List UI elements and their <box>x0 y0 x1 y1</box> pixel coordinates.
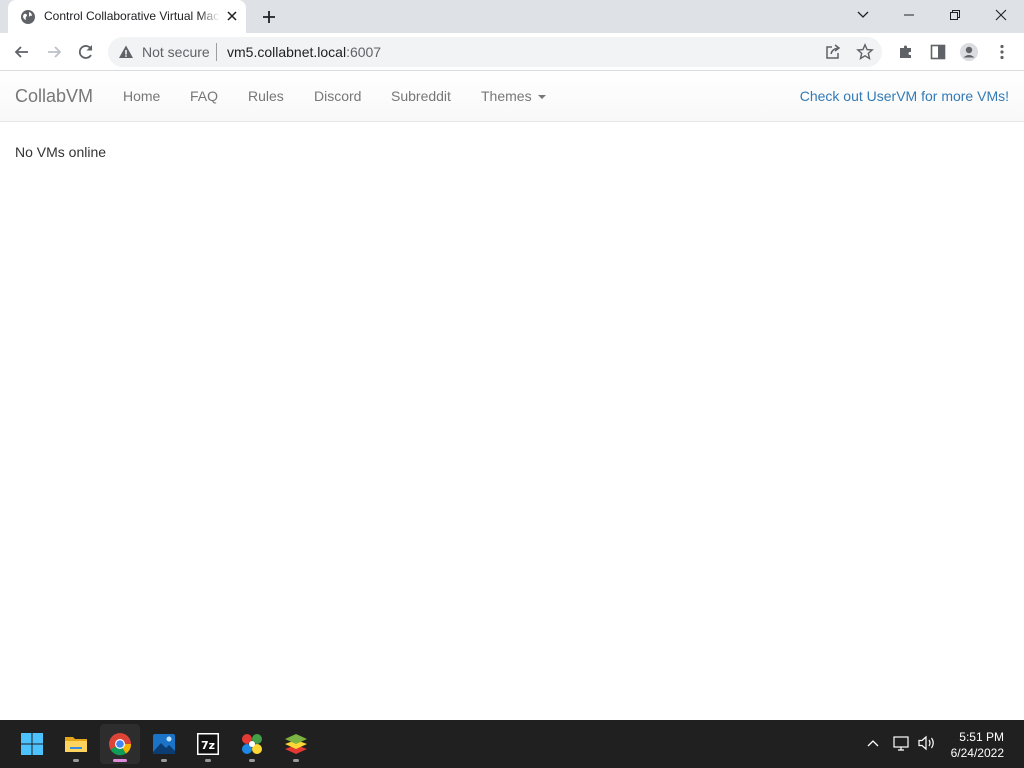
nav-faq[interactable]: FAQ <box>190 88 218 104</box>
back-arrow-icon <box>14 46 28 58</box>
network-icon[interactable] <box>892 734 910 752</box>
extensions-button[interactable] <box>894 40 918 64</box>
nav-rules[interactable]: Rules <box>248 88 284 104</box>
taskbar-colorful-app[interactable] <box>232 724 272 764</box>
minimize-button[interactable] <box>886 0 932 33</box>
profile-avatar-icon <box>960 43 978 61</box>
start-button[interactable] <box>12 724 52 764</box>
colorful-app-icon <box>242 734 262 754</box>
clock-date: 6/24/2022 <box>950 746 1004 760</box>
layers-app-icon <box>285 734 307 754</box>
nav-themes-dropdown[interactable]: Themes <box>481 88 546 104</box>
running-indicator <box>293 759 299 762</box>
7zip-icon: 7z <box>197 733 219 755</box>
running-indicator <box>249 759 255 762</box>
profile-button[interactable] <box>957 40 981 64</box>
globe-icon <box>21 10 35 24</box>
close-icon <box>995 9 1007 21</box>
folder-icon <box>65 737 87 752</box>
chevron-down-icon <box>857 11 869 18</box>
bookmark-star-icon[interactable] <box>856 43 874 61</box>
kebab-menu-icon <box>1000 44 1004 60</box>
reload-icon <box>78 45 93 59</box>
new-tab-icon[interactable] <box>258 6 280 28</box>
puzzle-icon <box>900 45 911 58</box>
uservm-link[interactable]: Check out UserVM for more VMs! <box>800 88 1009 104</box>
close-window-button[interactable] <box>978 0 1024 33</box>
tab-search-button[interactable] <box>840 0 886 33</box>
side-panel-icon <box>930 44 946 60</box>
chrome-icon <box>109 733 132 756</box>
windows-logo-icon <box>21 733 43 755</box>
browser-toolbar: Not secure vm5.collabnet.local:6007 <box>0 33 1024 71</box>
taskbar-photos[interactable] <box>144 724 184 764</box>
security-label[interactable]: Not secure <box>142 44 210 60</box>
taskbar-7zip[interactable]: 7z <box>188 724 228 764</box>
url-text[interactable]: vm5.collabnet.local:6007 <box>227 44 381 60</box>
reload-button[interactable] <box>74 40 98 64</box>
taskbar-file-explorer[interactable] <box>56 724 96 764</box>
taskbar-chrome[interactable] <box>100 724 140 764</box>
address-bar[interactable]: Not secure vm5.collabnet.local:6007 <box>108 37 882 67</box>
share-icon[interactable] <box>824 43 842 61</box>
url-host: vm5.collabnet.local <box>227 44 347 60</box>
minimize-icon <box>904 14 914 16</box>
nav-subreddit[interactable]: Subreddit <box>391 88 451 104</box>
active-indicator <box>113 759 127 762</box>
close-tab-icon[interactable] <box>224 8 240 24</box>
photos-icon <box>153 734 175 754</box>
browser-tab[interactable]: Control Collaborative Virtual Machines <box>8 0 246 33</box>
vm-list-status: No VMs online <box>15 144 107 160</box>
clock-time: 5:51 PM <box>959 730 1004 744</box>
tab-title: Control Collaborative Virtual Machines <box>44 9 220 23</box>
running-indicator <box>73 759 79 762</box>
svg-text:7z: 7z <box>201 739 215 752</box>
side-panel-button[interactable] <box>926 40 950 64</box>
browser-menu-button[interactable] <box>990 40 1014 64</box>
tab-strip: Control Collaborative Virtual Machines <box>0 0 1024 33</box>
url-port: :6007 <box>346 44 382 60</box>
running-indicator <box>205 759 211 762</box>
running-indicator <box>161 759 167 762</box>
taskbar-clock[interactable]: 5:51 PM 6/24/2022 <box>934 729 1004 761</box>
chevron-up-icon[interactable] <box>866 736 880 750</box>
warning-icon[interactable] <box>118 44 134 60</box>
back-button[interactable] <box>10 40 34 64</box>
themes-label: Themes <box>481 88 532 104</box>
restore-icon <box>950 10 960 20</box>
nav-home[interactable]: Home <box>123 88 160 104</box>
site-brand[interactable]: CollabVM <box>15 86 93 107</box>
site-navbar: CollabVM Home FAQ Rules Discord Subreddi… <box>0 71 1024 122</box>
taskbar-stack-app[interactable] <box>276 724 316 764</box>
nav-discord[interactable]: Discord <box>314 88 361 104</box>
omnibox-divider <box>216 43 217 61</box>
forward-arrow-icon <box>48 46 62 58</box>
forward-button[interactable] <box>42 40 66 64</box>
caret-down-icon <box>537 95 546 100</box>
taskbar: 7z <box>0 720 1024 768</box>
restore-button[interactable] <box>932 0 978 33</box>
